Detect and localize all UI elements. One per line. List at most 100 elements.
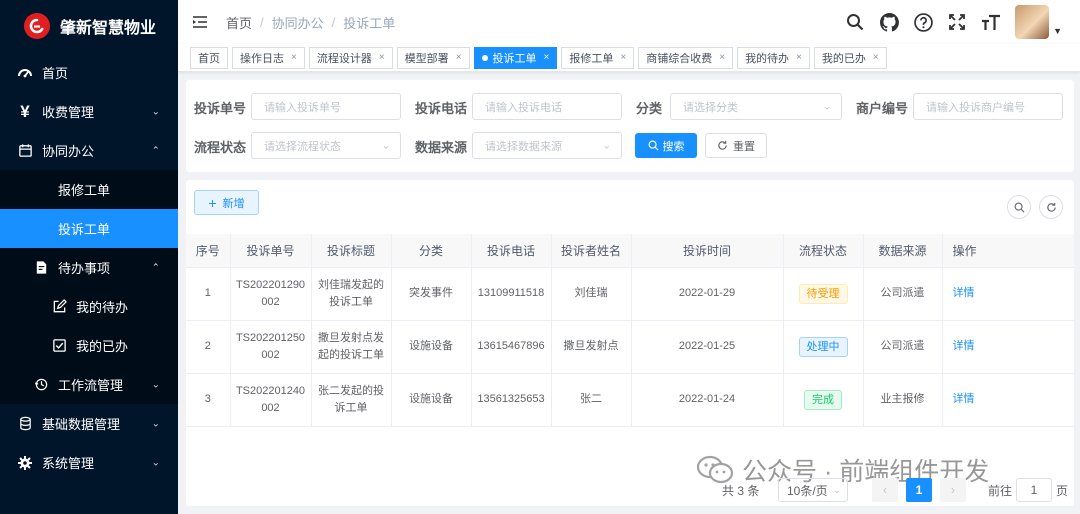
avatar[interactable]: [1015, 5, 1050, 39]
detail-link[interactable]: 详情: [953, 393, 975, 405]
cell-category: 设施设备: [391, 373, 472, 427]
cell-name: 张二: [551, 373, 632, 427]
sidebar-item-my-done[interactable]: 我的已办: [0, 326, 178, 365]
tag-label: 我的待办: [745, 52, 790, 65]
cell-complaint-no: TS202201240 002: [230, 373, 312, 427]
column-header: 流程状态: [783, 234, 864, 268]
cell-time: 2022-01-25: [631, 320, 784, 374]
toggle-search-button[interactable]: [1007, 195, 1031, 219]
table-row: 3 TS202201240 002 张二发起的投 诉工单 设施设备 13561325…: [186, 373, 1074, 427]
sidebar-item-label: 工作流管理: [58, 378, 124, 393]
close-icon[interactable]: ×: [544, 52, 550, 63]
workflow-icon: [32, 376, 50, 394]
chevron-down-icon: ⌄: [151, 106, 160, 117]
chevron-left-icon: ‹: [883, 483, 887, 497]
sidebar-item-label: 首页: [42, 66, 69, 81]
tag-model-deploy[interactable]: 模型部署 ×: [396, 46, 470, 69]
goto-page-input[interactable]: 1: [1016, 478, 1052, 502]
tag-flow-designer[interactable]: 流程设计器 ×: [308, 46, 393, 69]
tag-operation-log[interactable]: 操作日志 ×: [232, 46, 305, 69]
sidebar-item-my-todo[interactable]: 我的待办: [0, 287, 178, 326]
page-number-current[interactable]: 1: [906, 478, 932, 502]
refresh-button[interactable]: [1039, 195, 1063, 219]
sidebar-item-home[interactable]: 首页: [0, 53, 178, 92]
sidebar-item-repair-orders[interactable]: 报修工单: [0, 170, 178, 209]
complaint-no-input[interactable]: 请输入投诉单号: [251, 93, 401, 120]
chevron-down-icon: ⌄: [602, 140, 611, 151]
sidebar-item-todo[interactable]: 待办事项 ⌃: [0, 248, 178, 287]
prev-page-button[interactable]: ‹: [872, 478, 898, 502]
tag-shop-billing[interactable]: 商铺综合收费 ×: [638, 46, 734, 69]
cell-status: 待受理: [783, 267, 864, 321]
flow-status-select[interactable]: 请选择流程状态 ⌄: [251, 132, 401, 159]
close-icon[interactable]: ×: [379, 52, 385, 63]
cell-index: 2: [186, 320, 231, 374]
sidebar-item-office[interactable]: 协同办公 ⌃: [0, 131, 178, 170]
cell-action: 详情: [942, 320, 1074, 374]
sidebar-item-basic-data[interactable]: 基础数据管理 ⌄: [0, 404, 178, 443]
sidebar-item-complaint-orders[interactable]: 投诉工单: [0, 209, 178, 248]
fullscreen-icon[interactable]: [947, 12, 967, 32]
merchant-label: 商户编号: [856, 101, 909, 116]
dashboard-icon: [16, 64, 34, 82]
tag-my-done[interactable]: 我的已办 ×: [813, 46, 887, 69]
tag-complaint-orders[interactable]: 投诉工单 ×: [473, 46, 558, 69]
detail-link[interactable]: 详情: [953, 340, 975, 352]
category-select[interactable]: 请选择分类 ⌄: [670, 93, 842, 120]
tag-label: 操作日志: [240, 52, 284, 65]
sidebar-item-label: 我的待办: [76, 300, 129, 315]
close-icon[interactable]: ×: [291, 52, 297, 63]
phone-input[interactable]: 请输入投诉电话: [472, 93, 622, 120]
search-icon[interactable]: [845, 12, 865, 32]
breadcrumb-office[interactable]: 协同办公: [272, 13, 324, 32]
yen-icon: ¥: [20, 101, 30, 121]
reset-button[interactable]: 重置: [705, 133, 767, 158]
menu-fold-icon[interactable]: [192, 14, 208, 30]
font-size-icon[interactable]: [981, 12, 1001, 32]
github-icon[interactable]: [879, 12, 899, 32]
search-form: 投诉单号 请输入投诉单号 投诉电话 请输入投诉电话 分类 请选择分类 ⌄ 商户编号…: [186, 80, 1074, 172]
sidebar-item-billing[interactable]: ¥ 收费管理 ⌄: [0, 92, 178, 131]
database-icon: [16, 415, 34, 433]
pagination-total: 共 3 条: [722, 483, 760, 498]
close-icon[interactable]: ×: [873, 52, 879, 63]
sidebar-item-label: 报修工单: [58, 183, 111, 198]
source-select[interactable]: 请选择数据来源 ⌄: [472, 132, 622, 159]
page-size-select[interactable]: 10条/页 ⌄: [778, 478, 848, 502]
detail-link[interactable]: 详情: [953, 287, 975, 299]
tag-my-todo[interactable]: 我的待办 ×: [737, 46, 810, 69]
tag-home[interactable]: 首页: [190, 46, 228, 69]
cell-time: 2022-01-29: [631, 267, 784, 321]
chevron-down-icon: ⌄: [151, 379, 160, 390]
close-icon[interactable]: ×: [620, 52, 626, 63]
chevron-down-icon: ⌄: [151, 457, 160, 468]
breadcrumb-home[interactable]: 首页: [226, 13, 252, 32]
sidebar-item-label: 投诉工单: [58, 222, 111, 237]
help-icon[interactable]: [913, 12, 933, 32]
status-badge: 处理中: [798, 336, 848, 357]
logo-icon: [24, 13, 50, 39]
column-header: 投诉者姓名: [551, 234, 632, 268]
tag-repair-orders[interactable]: 报修工单 ×: [561, 46, 635, 69]
sidebar-item-label: 基础数据管理: [42, 417, 121, 432]
next-page-button[interactable]: ›: [940, 478, 966, 502]
search-button[interactable]: 搜索: [635, 133, 697, 158]
column-header: 序号: [186, 234, 231, 268]
caret-down-icon[interactable]: ▼: [1053, 26, 1062, 36]
sidebar-item-workflow[interactable]: 工作流管理 ⌄: [0, 365, 178, 404]
close-icon[interactable]: ×: [719, 52, 725, 63]
merchant-input[interactable]: 请输入投诉商户编号: [913, 93, 1063, 120]
chevron-right-icon: ›: [951, 483, 955, 497]
close-icon[interactable]: ×: [456, 52, 462, 63]
chevron-up-icon: ⌃: [151, 262, 160, 273]
close-icon[interactable]: ×: [796, 52, 802, 63]
tag-label: 首页: [198, 52, 220, 65]
cell-index: 3: [186, 373, 231, 427]
sidebar-item-system[interactable]: 系统管理 ⌄: [0, 443, 178, 482]
app-title: 肇新智慧物业: [60, 20, 157, 37]
cell-source: 公司派遣: [863, 267, 943, 321]
cell-index: 1: [186, 267, 231, 321]
logo[interactable]: 肇新智慧物业: [0, 0, 178, 52]
add-button[interactable]: + 新增: [194, 190, 259, 215]
tag-label: 流程设计器: [316, 52, 372, 65]
